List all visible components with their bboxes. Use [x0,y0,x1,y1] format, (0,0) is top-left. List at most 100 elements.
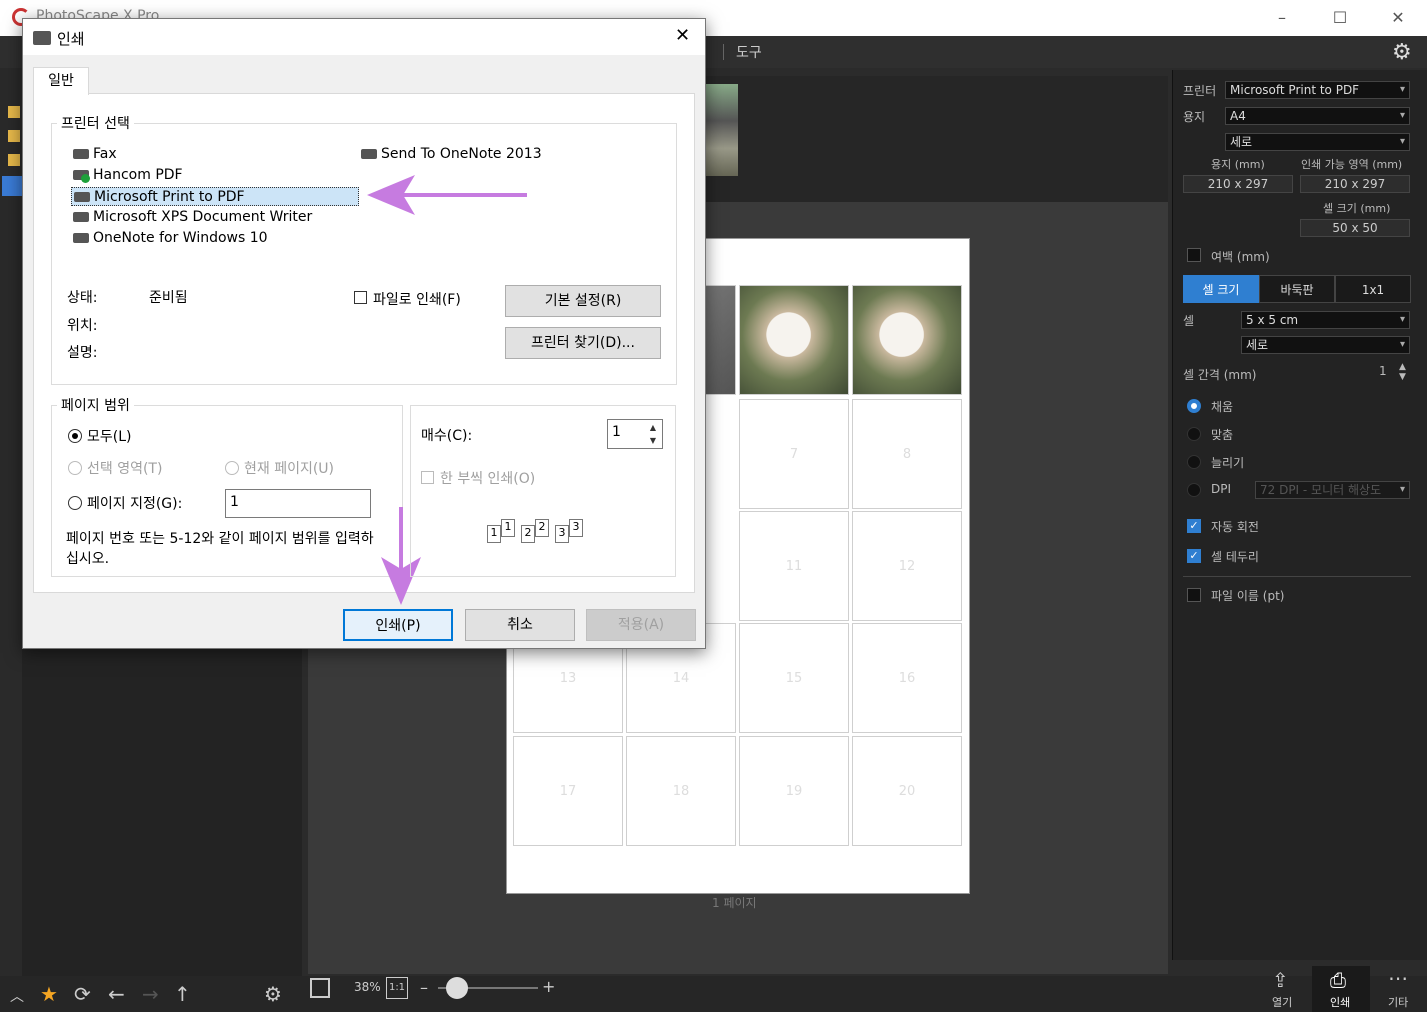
folder-icon[interactable] [8,154,20,166]
cell-gap-value[interactable]: 1 [1379,364,1387,378]
stepper-icon[interactable]: ▲ ▼ [1399,362,1406,382]
up-arrow-icon[interactable]: ↑ [174,982,191,1006]
print-dialog: 인쇄 ✕ 일반 프린터 선택 Fax Hancom PDF Microsoft … [22,18,706,649]
apply-button[interactable]: 적용(A) [586,609,696,641]
gear-icon[interactable]: ⚙ [1392,40,1412,65]
segment-1x1[interactable]: 1x1 [1335,275,1411,303]
cancel-button[interactable]: 취소 [465,609,575,641]
collate-checkbox[interactable] [421,471,434,484]
close-icon[interactable]: ✕ [675,25,690,46]
minimize-button[interactable]: – [1270,6,1294,30]
fill-label: 채움 [1211,400,1234,414]
cell-label: 셀 [1183,314,1195,328]
empty-cell[interactable]: 18 [626,736,736,846]
photo-cell[interactable] [852,285,962,395]
auto-rotate-checkbox[interactable]: ✓ [1187,519,1201,533]
orientation-select[interactable]: 세로 [1225,133,1410,151]
printer-item-xps[interactable]: Microsoft XPS Document Writer [71,208,312,227]
zoom-slider-handle[interactable] [446,977,468,999]
folder-icon-selected[interactable] [2,176,22,196]
panel-toggle-icon[interactable] [310,978,330,998]
close-window-button[interactable]: ✕ [1386,6,1410,30]
printer-item-ms-pdf[interactable]: Microsoft Print to PDF [71,187,359,206]
print-tab-label[interactable]: 인쇄 [1330,994,1350,1010]
printer-item-fax[interactable]: Fax [71,145,117,164]
cell-size-value: 50 x 50 [1300,219,1410,237]
paper-size-value: 210 x 297 [1183,175,1293,193]
copies-stepper-icon[interactable]: ▲ ▼ [645,421,661,447]
dpi-select[interactable]: 72 DPI - 모니터 해상도 [1255,481,1410,499]
range-pages-radio[interactable] [68,496,82,510]
cell-border-label: 셀 테두리 [1211,550,1259,564]
empty-cell[interactable]: 7 [739,399,849,509]
empty-cell[interactable]: 17 [513,736,623,846]
fill-radio[interactable] [1187,399,1201,413]
dialog-title: 인쇄 [57,30,85,48]
more-icon[interactable]: ⋯ [1388,966,1408,990]
zoom-out-icon[interactable]: – [420,978,428,997]
segment-grid[interactable]: 바둑판 [1259,275,1335,303]
folder-icon[interactable] [8,130,20,142]
forward-arrow-icon[interactable]: → [142,982,159,1006]
stretch-radio[interactable] [1187,455,1201,469]
margin-checkbox[interactable] [1187,248,1201,262]
export-icon[interactable]: ⇪ [1272,968,1289,992]
comment-label: 설명: [67,345,98,361]
zoom-in-icon[interactable]: + [542,977,555,996]
cell-size-label: 셀 크기 (mm) [1323,202,1391,215]
photo-cell[interactable] [739,285,849,395]
range-selection-radio[interactable] [68,461,82,475]
thumbnail-strip [702,76,1168,202]
range-selection-label: 선택 영역(T) [87,461,163,477]
fit-radio[interactable] [1187,427,1201,441]
paper-select[interactable]: A4 [1225,107,1410,125]
dialog-titlebar [23,19,705,55]
printer-item-hancom[interactable]: Hancom PDF [71,166,183,185]
settings-gear-icon[interactable]: ⚙ [264,982,282,1006]
empty-cell[interactable]: 15 [739,623,849,733]
printer-select[interactable]: Microsoft Print to PDF [1225,81,1410,99]
margin-label: 여백 (mm) [1211,250,1270,264]
chevron-up-icon[interactable]: ︿ [10,986,24,1006]
refresh-icon[interactable]: ⟳ [74,982,91,1006]
empty-cell[interactable]: 8 [852,399,962,509]
empty-cell[interactable]: 11 [739,511,849,621]
preferences-button[interactable]: 기본 설정(R) [505,285,661,317]
maximize-button[interactable]: ☐ [1328,6,1352,30]
range-current-radio[interactable] [225,461,239,475]
print-button[interactable]: 인쇄(P) [343,609,453,641]
cell-orientation-select[interactable]: 세로 [1241,336,1410,354]
back-arrow-icon[interactable]: ← [108,982,125,1006]
tab-general[interactable]: 일반 [33,67,89,95]
printer-icon[interactable]: ⎙ [1330,968,1346,992]
star-icon[interactable]: ★ [40,982,58,1006]
print-to-file-checkbox[interactable] [354,291,367,304]
empty-cell[interactable]: 20 [852,736,962,846]
folder-icon[interactable] [8,106,20,118]
cell-size-select[interactable]: 5 x 5 cm [1241,311,1410,329]
actual-size-button[interactable]: 1:1 [386,977,408,999]
more-label[interactable]: 기타 [1388,994,1408,1010]
annotation-arrow-left [367,175,527,215]
open-label[interactable]: 열기 [1272,994,1292,1010]
range-all-radio[interactable] [68,429,82,443]
printer-item-onenote10[interactable]: OneNote for Windows 10 [71,229,268,248]
empty-cell[interactable]: 16 [852,623,962,733]
file-name-checkbox[interactable] [1187,588,1201,602]
page-label: 1 페이지 [712,896,757,910]
segment-cell-size[interactable]: 셀 크기 [1183,275,1259,303]
status-label: 상태: [67,290,98,306]
range-current-label: 현재 페이지(U) [244,461,335,477]
range-pages-input[interactable]: 1 [225,489,371,518]
dpi-radio[interactable] [1187,483,1201,497]
thumbnail-image[interactable] [704,84,738,176]
dpi-label: DPI [1211,482,1232,496]
folder-strip [0,68,22,976]
empty-cell[interactable]: 12 [852,511,962,621]
printer-item-onenote2013[interactable]: Send To OneNote 2013 [359,145,542,164]
empty-cell[interactable]: 19 [739,736,849,846]
find-printer-button[interactable]: 프린터 찾기(D)... [505,327,661,359]
bottom-toolbar [0,976,1427,1012]
cell-border-checkbox[interactable]: ✓ [1187,549,1201,563]
menu-tools[interactable]: 도구 [736,42,762,62]
